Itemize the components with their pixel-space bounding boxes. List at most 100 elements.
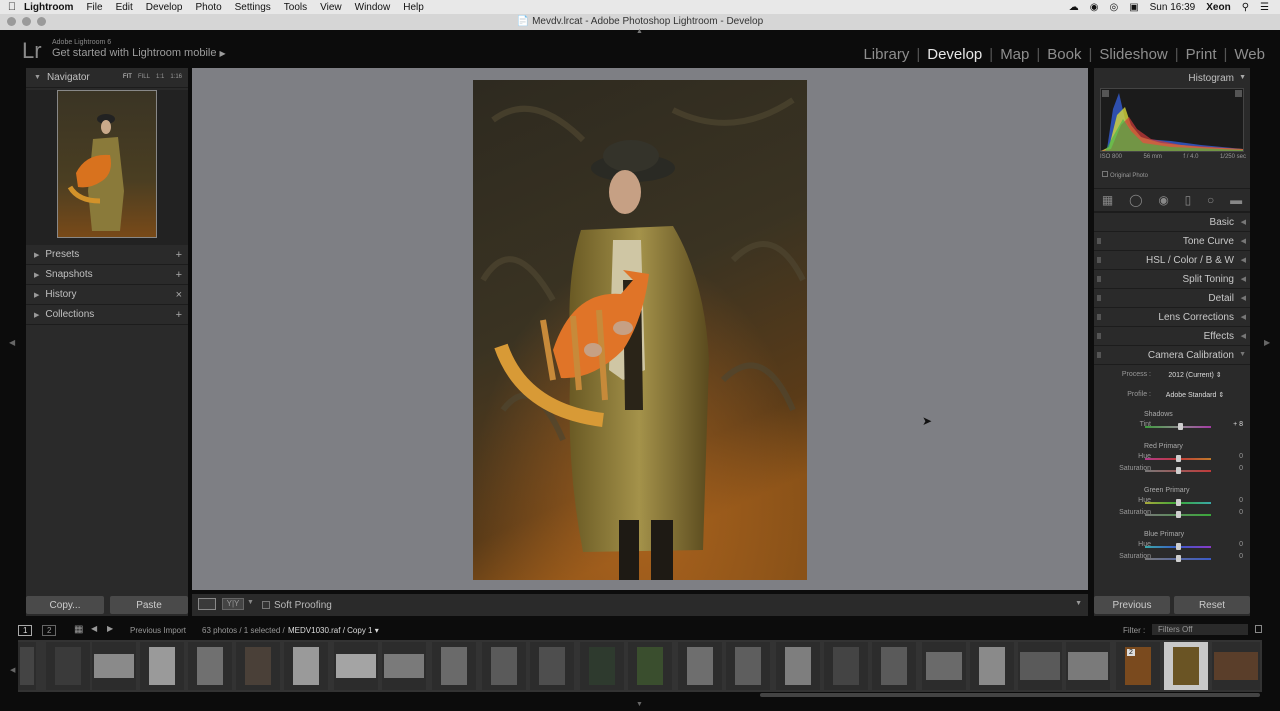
zoom-1-1[interactable]: 1:1 xyxy=(156,74,164,80)
zoom-1-16[interactable]: 1:16 xyxy=(170,74,182,80)
panel-camera-calibration[interactable]: Camera Calibration ▼ xyxy=(1094,345,1250,364)
panel-effects[interactable]: Effects ◀ xyxy=(1094,326,1250,345)
before-after-icon[interactable]: Y|Y xyxy=(222,598,244,610)
filmstrip-thumbnail[interactable] xyxy=(284,642,328,690)
filmstrip-thumbnail[interactable] xyxy=(46,642,90,690)
tint-slider[interactable] xyxy=(1145,423,1211,430)
navigator-header[interactable]: ▼ Navigator FIT FILL 1:1 1:16 xyxy=(26,68,188,88)
spot-removal-icon[interactable]: ◯ xyxy=(1129,193,1142,207)
zoom-fit[interactable]: FIT xyxy=(123,74,132,80)
camera-icon[interactable]: ◉ xyxy=(1090,2,1099,13)
menu-view[interactable]: View xyxy=(320,2,342,13)
module-print[interactable]: Print xyxy=(1179,46,1224,63)
panel-hsl[interactable]: HSL / Color / B & W ◀ xyxy=(1094,250,1250,269)
filmstrip-thumbnail[interactable] xyxy=(18,642,36,690)
histogram[interactable] xyxy=(1100,88,1244,152)
blue-hue-slider-knob[interactable] xyxy=(1176,543,1181,550)
menu-lightroom[interactable]: Lightroom xyxy=(24,2,73,13)
left-panel-toggle-icon[interactable]: ◀ xyxy=(9,338,15,347)
menu-develop[interactable]: Develop xyxy=(146,2,183,13)
menu-edit[interactable]: Edit xyxy=(116,2,133,13)
panel-detail[interactable]: Detail ◀ xyxy=(1094,288,1250,307)
forward-arrow-icon[interactable]: ▶ xyxy=(107,624,113,633)
collections-panel-header[interactable]: ▶ Collections + xyxy=(26,305,188,325)
blue-hue-value[interactable]: 0 xyxy=(1239,541,1243,548)
filmstrip-thumbnail[interactable]: 2 xyxy=(1116,642,1160,690)
add-snapshot-icon[interactable]: + xyxy=(176,269,182,281)
radial-filter-icon[interactable]: ○ xyxy=(1207,193,1214,207)
panel-tone-curve[interactable]: Tone Curve ◀ xyxy=(1094,231,1250,250)
filmstrip-thumbnail[interactable] xyxy=(188,642,232,690)
red-saturation-value[interactable]: 0 xyxy=(1239,465,1243,472)
clear-history-icon[interactable]: × xyxy=(176,289,182,301)
red-saturation-slider-knob[interactable] xyxy=(1176,467,1181,474)
main-photo[interactable] xyxy=(473,80,807,580)
original-photo-toggle[interactable]: Original Photo xyxy=(1102,171,1148,179)
panel-switch-icon[interactable] xyxy=(1097,352,1101,358)
module-library[interactable]: Library xyxy=(856,46,916,63)
filmstrip-thumbnail[interactable] xyxy=(776,642,820,690)
menu-tools[interactable]: Tools xyxy=(284,2,307,13)
filmstrip-thumbnail[interactable] xyxy=(580,642,624,690)
red-eye-icon[interactable]: ◉ xyxy=(1158,193,1168,207)
secondary-window-button[interactable]: 2 xyxy=(42,625,57,636)
blue-saturation-slider-knob[interactable] xyxy=(1176,555,1181,562)
mobile-promo-link[interactable]: Get started with Lightroom mobile ▶ xyxy=(52,47,226,59)
add-preset-icon[interactable]: + xyxy=(176,249,182,261)
airplay-icon[interactable]: ▣ xyxy=(1129,2,1138,13)
filmstrip-thumbnail[interactable] xyxy=(872,642,916,690)
notification-list-icon[interactable]: ☰ xyxy=(1260,2,1269,13)
menu-settings[interactable]: Settings xyxy=(235,2,271,13)
clock[interactable]: Sun 16:39 xyxy=(1150,2,1196,13)
blue-saturation-slider[interactable] xyxy=(1145,555,1211,562)
panel-switch-icon[interactable] xyxy=(1097,238,1101,244)
apple-icon[interactable]:  xyxy=(0,1,24,13)
current-file[interactable]: MEDV1030.raf / Copy 1 ▾ xyxy=(288,626,379,635)
menu-photo[interactable]: Photo xyxy=(196,2,222,13)
history-panel-header[interactable]: ▶ History × xyxy=(26,285,188,305)
red-saturation-slider[interactable] xyxy=(1145,467,1211,474)
histogram-header[interactable]: Histogram ▼ xyxy=(1094,68,1250,88)
panel-switch-icon[interactable] xyxy=(1097,257,1101,263)
paste-settings-button[interactable]: Paste xyxy=(110,596,188,614)
navigator-preview[interactable] xyxy=(57,90,157,238)
panel-switch-icon[interactable] xyxy=(1097,295,1101,301)
green-hue-value[interactable]: 0 xyxy=(1239,497,1243,504)
filmstrip-thumbnail-selected[interactable] xyxy=(1164,642,1208,690)
snapshots-panel-header[interactable]: ▶ Snapshots + xyxy=(26,265,188,285)
filmstrip-thumbnail[interactable] xyxy=(482,642,526,690)
adjustment-brush-icon[interactable]: ▬ xyxy=(1230,193,1242,207)
module-slideshow[interactable]: Slideshow xyxy=(1092,46,1174,63)
filmstrip-thumbnail[interactable] xyxy=(922,642,966,690)
filmstrip-scrollbar[interactable] xyxy=(760,693,1260,697)
record-icon[interactable]: ◎ xyxy=(1109,2,1118,13)
blue-saturation-value[interactable]: 0 xyxy=(1239,553,1243,560)
search-icon[interactable]: ⚲ xyxy=(1242,2,1249,13)
filmstrip-thumbnail[interactable] xyxy=(92,642,136,690)
menu-help[interactable]: Help xyxy=(403,2,424,13)
user-name[interactable]: Xeon xyxy=(1206,2,1230,13)
tint-slider-knob[interactable] xyxy=(1178,423,1183,430)
filmstrip-thumbnail[interactable] xyxy=(1066,642,1110,690)
red-hue-value[interactable]: 0 xyxy=(1239,453,1243,460)
profile-dropdown[interactable]: Adobe Standard ⇕ xyxy=(1160,391,1230,399)
creative-cloud-icon[interactable]: ☁ xyxy=(1069,2,1079,13)
filmstrip-thumbnail[interactable] xyxy=(970,642,1014,690)
presets-panel-header[interactable]: ▶ Presets + xyxy=(26,245,188,265)
filmstrip-thumbnail[interactable] xyxy=(382,642,426,690)
filmstrip-thumbnail[interactable] xyxy=(726,642,770,690)
develop-canvas[interactable]: ➤ xyxy=(192,68,1088,590)
green-saturation-slider[interactable] xyxy=(1145,511,1211,518)
filmstrip-thumbnail[interactable] xyxy=(530,642,574,690)
before-after-dropdown-icon[interactable]: ▼ xyxy=(247,599,254,606)
panel-lens-corrections[interactable]: Lens Corrections ◀ xyxy=(1094,307,1250,326)
copy-settings-button[interactable]: Copy... xyxy=(26,596,104,614)
red-hue-slider[interactable] xyxy=(1145,455,1211,462)
loupe-view-icon[interactable] xyxy=(198,598,216,610)
shadow-clipping-icon[interactable] xyxy=(1102,90,1109,97)
top-panel-toggle-icon[interactable]: ▲ xyxy=(636,28,643,35)
add-collection-icon[interactable]: + xyxy=(176,309,182,321)
module-web[interactable]: Web xyxy=(1227,46,1272,63)
zoom-fill[interactable]: FILL xyxy=(138,74,150,80)
crop-tool-icon[interactable]: ▦ xyxy=(1102,193,1113,207)
